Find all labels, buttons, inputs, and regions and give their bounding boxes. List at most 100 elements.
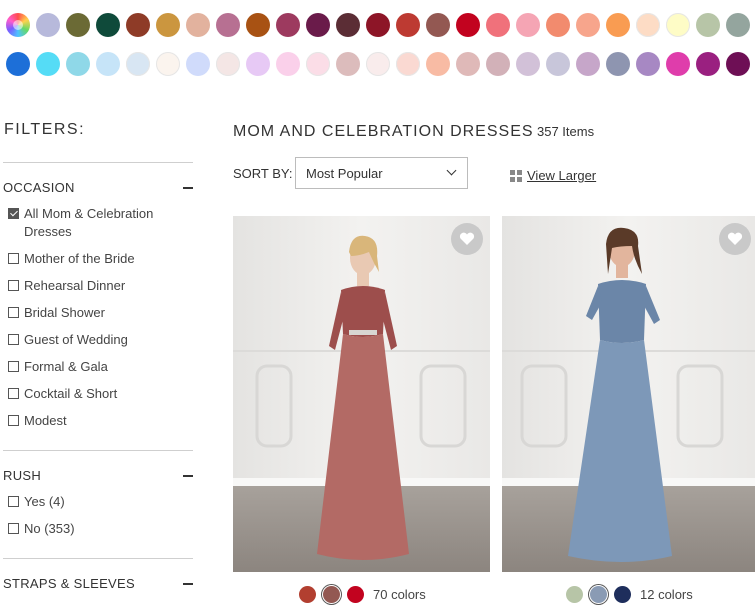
checkbox[interactable] <box>8 307 19 318</box>
color-row2-swatch-2[interactable] <box>36 52 60 76</box>
page-title: MOM AND CELEBRATION DRESSES <box>233 123 534 140</box>
favorite-button[interactable] <box>451 223 483 255</box>
rush-divider <box>3 558 193 559</box>
color-row2-swatch-5[interactable] <box>126 52 150 76</box>
color-row2-swatch-21[interactable] <box>606 52 630 76</box>
color-row2-swatch-19[interactable] <box>546 52 570 76</box>
color-row1-swatch-12[interactable] <box>336 13 360 37</box>
filter-option[interactable]: Cocktail & Short <box>8 385 184 403</box>
color-row1-swatch-7[interactable] <box>186 13 210 37</box>
filter-option-label: All Mom & Celebration Dresses <box>24 206 154 239</box>
color-row1-swatch-24[interactable] <box>696 13 720 37</box>
checkbox[interactable] <box>8 280 19 291</box>
filter-option[interactable]: All Mom & Celebration Dresses <box>8 205 184 241</box>
color-row2-swatch-17[interactable] <box>486 52 510 76</box>
filter-option[interactable]: Yes (4) <box>8 493 184 511</box>
minus-icon[interactable] <box>183 187 193 189</box>
checkbox[interactable] <box>8 523 19 534</box>
product-color-dot[interactable] <box>323 586 340 603</box>
color-row2-swatch-1[interactable] <box>6 52 30 76</box>
product-color-dot[interactable] <box>590 586 607 603</box>
filter-option[interactable]: Modest <box>8 412 184 430</box>
multicolor-swatch[interactable] <box>6 13 30 37</box>
color-row1-swatch-14[interactable] <box>396 13 420 37</box>
color-row2-swatch-14[interactable] <box>396 52 420 76</box>
sort-dropdown[interactable]: Most Popular <box>295 157 468 189</box>
color-row2-swatch-4[interactable] <box>96 52 120 76</box>
filter-option[interactable]: No (353) <box>8 520 184 538</box>
color-row1-swatch-4[interactable] <box>96 13 120 37</box>
product-image-1[interactable] <box>233 216 490 572</box>
minus-icon[interactable] <box>183 475 193 477</box>
color-count[interactable]: 12 colors <box>640 587 693 602</box>
color-row1-swatch-11[interactable] <box>306 13 330 37</box>
color-row1-swatch-23[interactable] <box>666 13 690 37</box>
product-color-dot[interactable] <box>299 586 316 603</box>
color-row2-swatch-6[interactable] <box>156 52 180 76</box>
product-color-dot[interactable] <box>566 586 583 603</box>
color-row1-swatch-19[interactable] <box>546 13 570 37</box>
color-row1-swatch-13[interactable] <box>366 13 390 37</box>
color-row1-swatch-15[interactable] <box>426 13 450 37</box>
color-row1-swatch-6[interactable] <box>156 13 180 37</box>
color-row1-swatch-18[interactable] <box>516 13 540 37</box>
checkbox[interactable] <box>8 388 19 399</box>
color-row2-swatch-3[interactable] <box>66 52 90 76</box>
color-row2-swatch-7[interactable] <box>186 52 210 76</box>
rush-label: RUSH <box>3 468 42 483</box>
filter-option[interactable]: Mother of the Bride <box>8 250 184 268</box>
product-color-dot[interactable] <box>614 586 631 603</box>
checkbox[interactable] <box>8 253 19 264</box>
heart-icon <box>727 232 743 245</box>
filter-option[interactable]: Guest of Wedding <box>8 331 184 349</box>
color-row2-swatch-11[interactable] <box>306 52 330 76</box>
color-row2-swatch-18[interactable] <box>516 52 540 76</box>
minus-icon[interactable] <box>183 583 193 585</box>
color-row1-swatch-3[interactable] <box>66 13 90 37</box>
color-row1-swatch-21[interactable] <box>606 13 630 37</box>
straps-section-header[interactable]: STRAPS & SLEEVES <box>3 576 193 592</box>
item-count: 357 Items <box>537 124 595 139</box>
color-row1-swatch-10[interactable] <box>276 13 300 37</box>
color-row2-swatch-10[interactable] <box>276 52 300 76</box>
color-row1-swatch-9[interactable] <box>246 13 270 37</box>
color-count[interactable]: 70 colors <box>373 587 426 602</box>
product-image-2[interactable] <box>502 216 755 572</box>
color-row2-swatch-13[interactable] <box>366 52 390 76</box>
color-row2-swatch-24[interactable] <box>696 52 720 76</box>
checkbox[interactable] <box>8 334 19 345</box>
color-row1-swatch-20[interactable] <box>576 13 600 37</box>
filter-option[interactable]: Bridal Shower <box>8 304 184 322</box>
filter-option-label: Formal & Gala <box>24 359 108 374</box>
color-row2-swatch-25[interactable] <box>726 52 750 76</box>
favorite-button[interactable] <box>719 223 751 255</box>
color-row1-swatch-17[interactable] <box>486 13 510 37</box>
checkbox[interactable] <box>8 415 19 426</box>
color-row2-swatch-12[interactable] <box>336 52 360 76</box>
color-row1-swatch-2[interactable] <box>36 13 60 37</box>
checkbox[interactable] <box>8 361 19 372</box>
color-row2-swatch-16[interactable] <box>456 52 480 76</box>
filter-option[interactable]: Rehearsal Dinner <box>8 277 184 295</box>
checkbox-checked[interactable] <box>8 208 19 219</box>
product-color-dot[interactable] <box>347 586 364 603</box>
color-row2-swatch-20[interactable] <box>576 52 600 76</box>
color-row2-swatch-15[interactable] <box>426 52 450 76</box>
color-row2-swatch-23[interactable] <box>666 52 690 76</box>
color-row2-swatch-9[interactable] <box>246 52 270 76</box>
color-row1-swatch-25[interactable] <box>726 13 750 37</box>
color-row2-swatch-8[interactable] <box>216 52 240 76</box>
filter-option-label: Rehearsal Dinner <box>24 278 126 293</box>
view-larger-label: View Larger <box>527 168 597 183</box>
rush-section-header[interactable]: RUSH <box>3 468 193 484</box>
filters-divider <box>3 162 193 163</box>
color-row1-swatch-8[interactable] <box>216 13 240 37</box>
color-row1-swatch-16[interactable] <box>456 13 480 37</box>
color-row1-swatch-5[interactable] <box>126 13 150 37</box>
color-row1-swatch-22[interactable] <box>636 13 660 37</box>
checkbox[interactable] <box>8 496 19 507</box>
color-row2-swatch-22[interactable] <box>636 52 660 76</box>
filter-option[interactable]: Formal & Gala <box>8 358 184 376</box>
grid-icon <box>510 170 522 182</box>
occasion-section-header[interactable]: OCCASION <box>3 180 193 196</box>
